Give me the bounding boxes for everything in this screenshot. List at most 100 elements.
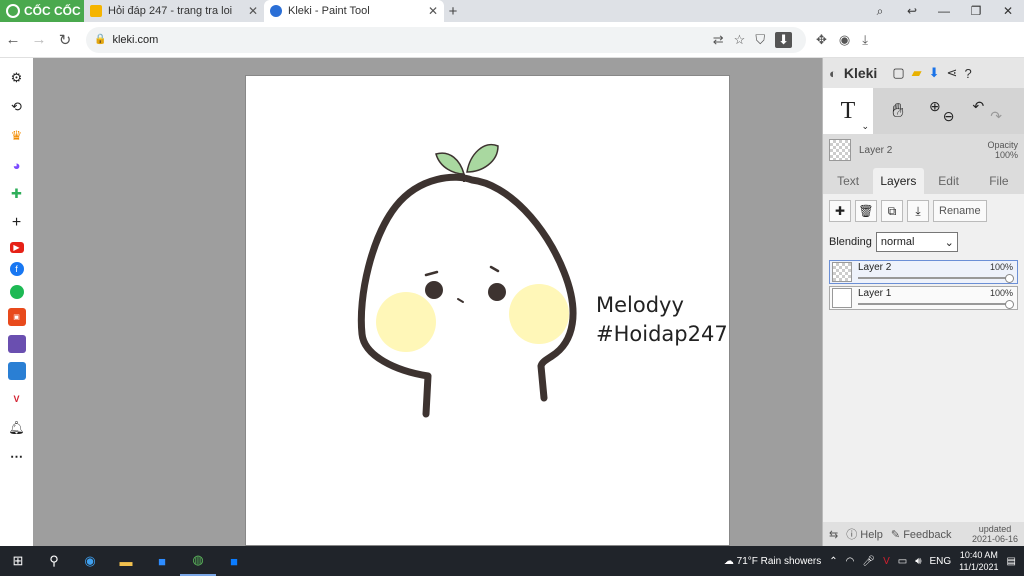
tab-text[interactable]: Text bbox=[823, 168, 873, 194]
swap-icon[interactable]: ⇆ bbox=[829, 528, 838, 541]
restore-button[interactable]: ❐ bbox=[960, 4, 992, 19]
chevron-down-icon: ⌄ bbox=[944, 236, 954, 249]
layer-opacity-slider[interactable] bbox=[858, 303, 1011, 305]
spotify-icon[interactable] bbox=[9, 285, 24, 299]
edge-icon[interactable]: ◉ bbox=[72, 546, 108, 576]
redo-icon[interactable]: ↷ bbox=[990, 108, 1002, 125]
layer-opacity-slider[interactable] bbox=[858, 277, 1011, 279]
layer-item[interactable]: Layer 2 100% bbox=[829, 260, 1018, 284]
omnibox-actions: ⇄ ☆ ⛉ ⬇ bbox=[713, 31, 806, 48]
close-icon[interactable]: ✕ bbox=[248, 4, 258, 18]
extensions-icon[interactable]: ✥ bbox=[816, 32, 827, 48]
hand-tool-icon[interactable]: ✋︎ bbox=[873, 100, 923, 123]
close-window-button[interactable]: ✕ bbox=[992, 4, 1024, 19]
help-button[interactable]: ⓘ Help bbox=[846, 526, 883, 542]
tab-file[interactable]: File bbox=[974, 168, 1024, 194]
chevron-down-icon[interactable]: ⌄ bbox=[861, 121, 869, 132]
notifications-icon[interactable]: ▤ bbox=[1007, 556, 1016, 567]
vpn-icon[interactable]: V bbox=[883, 556, 890, 567]
language-indicator[interactable]: ENG bbox=[930, 556, 952, 567]
bell-icon[interactable]: 🔔︎ bbox=[7, 418, 27, 438]
delete-layer-button[interactable]: 🗑︎ bbox=[855, 200, 877, 222]
youtube-icon[interactable]: ▶ bbox=[9, 242, 24, 253]
eye-left bbox=[425, 281, 443, 299]
new-tab-button[interactable]: + bbox=[444, 3, 462, 20]
file-explorer-icon[interactable]: ▬ bbox=[108, 546, 144, 576]
canvas-workspace[interactable]: Melodyy #Hoidap247 bbox=[33, 58, 822, 546]
wifi-icon[interactable]: ◠ bbox=[846, 556, 855, 567]
calendar-icon[interactable] bbox=[7, 362, 26, 380]
duplicate-layer-button[interactable]: ⧉ bbox=[881, 200, 903, 222]
crown-icon[interactable]: ♛ bbox=[7, 126, 27, 146]
more-icon[interactable]: ⋯ bbox=[7, 447, 27, 467]
download-page-icon[interactable]: ⬇ bbox=[775, 31, 792, 48]
layer-actions: ✚ 🗑︎ ⧉ ⤓ Rename bbox=[829, 200, 1018, 222]
url-field[interactable]: 🔒 kleki.com ⇄ ☆ ⛉ ⬇ bbox=[86, 26, 806, 53]
zoom-app-icon[interactable]: ■ bbox=[144, 546, 180, 576]
close-icon[interactable]: ✕ bbox=[428, 4, 438, 18]
zalo-icon[interactable]: ■ bbox=[216, 546, 252, 576]
blush-left bbox=[376, 292, 436, 352]
zoom-out-icon[interactable]: ⊖ bbox=[943, 108, 955, 125]
back-button[interactable]: ← bbox=[0, 31, 26, 48]
layer-name: Layer 2 bbox=[858, 262, 892, 273]
profile-icon[interactable]: ◉ bbox=[839, 32, 850, 48]
undo-icon[interactable]: ↶ bbox=[972, 98, 984, 125]
tab-kleki[interactable]: Kleki - Paint Tool ✕ bbox=[264, 0, 444, 22]
tab-hoidap[interactable]: Hỏi đáp 247 - trang tra loi ✕ bbox=[84, 0, 264, 22]
brand-name: Kleki bbox=[843, 65, 878, 81]
tab-layers[interactable]: Layers bbox=[873, 168, 924, 194]
settings-icon[interactable]: ⚙ bbox=[7, 68, 27, 88]
opacity-display: Opacity 100% bbox=[987, 140, 1018, 160]
clock[interactable]: 10:40 AM 11/1/2021 bbox=[959, 549, 998, 573]
drawing-canvas[interactable]: Melodyy #Hoidap247 bbox=[245, 75, 730, 546]
merge-layer-button[interactable]: ⤓ bbox=[907, 200, 929, 222]
rename-button[interactable]: Rename bbox=[933, 200, 987, 222]
translate-icon[interactable]: ⇄ bbox=[713, 32, 724, 48]
zoom-in-icon[interactable]: ⊕ bbox=[929, 98, 941, 125]
coccoc-taskbar-icon[interactable]: ◍ bbox=[180, 546, 216, 576]
reload-button[interactable]: ↻ bbox=[52, 31, 78, 49]
windows-start-icon[interactable]: ⊞ bbox=[0, 546, 36, 576]
blending-select[interactable]: normal ⌄ bbox=[875, 232, 958, 252]
weather-widget[interactable]: ☁ 71°F Rain showers bbox=[724, 556, 821, 567]
text-tool-button[interactable]: T ⌄ bbox=[823, 88, 873, 134]
browser-logo[interactable]: CỐC CỐC bbox=[0, 0, 84, 22]
open-folder-icon[interactable]: ▰ bbox=[912, 65, 922, 81]
download-icon[interactable]: ⬇ bbox=[929, 65, 940, 81]
layer-name: Layer 1 bbox=[858, 288, 892, 299]
shield-icon[interactable]: ⛉ bbox=[755, 32, 765, 48]
help-circle-icon[interactable]: ? bbox=[964, 66, 971, 81]
search-icon[interactable]: ⚲ bbox=[36, 546, 72, 576]
blending-label: Blending bbox=[829, 236, 872, 248]
shop-icon[interactable]: ▣ bbox=[7, 308, 26, 326]
layer-item[interactable]: Layer 1 100% bbox=[829, 286, 1018, 310]
network-icon[interactable]: ▭ bbox=[898, 556, 907, 567]
bookmark-star-icon[interactable]: ☆ bbox=[734, 32, 746, 48]
slider-knob[interactable] bbox=[1005, 300, 1014, 309]
game-icon[interactable]: ✚ bbox=[7, 184, 27, 204]
blending-row: Blending normal ⌄ bbox=[829, 232, 1018, 252]
chevron-up-icon[interactable]: ⌃ bbox=[829, 556, 837, 567]
forward-button[interactable]: → bbox=[26, 31, 52, 48]
search-tabs-icon[interactable]: ⌕ bbox=[864, 4, 896, 19]
vtv-icon[interactable]: V bbox=[7, 389, 27, 409]
mic-icon[interactable]: 🎤︎ bbox=[862, 556, 875, 567]
tab-edit[interactable]: Edit bbox=[924, 168, 974, 194]
sprout-leaf-right bbox=[466, 143, 499, 173]
share-icon[interactable]: ⋖ bbox=[947, 65, 958, 81]
minimize-button[interactable]: — bbox=[928, 4, 960, 19]
downloads-icon[interactable]: ⤓ bbox=[862, 32, 868, 48]
canvas-text-line1: Melodyy bbox=[596, 293, 684, 317]
slider-knob[interactable] bbox=[1005, 274, 1014, 283]
history-icon[interactable]: ⟲ bbox=[7, 97, 27, 117]
facebook-icon[interactable]: f bbox=[9, 262, 24, 276]
feedback-button[interactable]: ✎ Feedback bbox=[891, 528, 952, 541]
add-icon[interactable]: + bbox=[7, 213, 27, 233]
messenger-icon[interactable]: ◕ bbox=[7, 155, 27, 175]
app-icon[interactable] bbox=[7, 335, 26, 353]
volume-icon[interactable]: 🔊︎ bbox=[915, 556, 921, 567]
back-arrow-icon[interactable]: ↩ bbox=[896, 4, 928, 19]
add-layer-button[interactable]: ✚ bbox=[829, 200, 851, 222]
new-file-icon[interactable]: ▢ bbox=[892, 65, 904, 81]
